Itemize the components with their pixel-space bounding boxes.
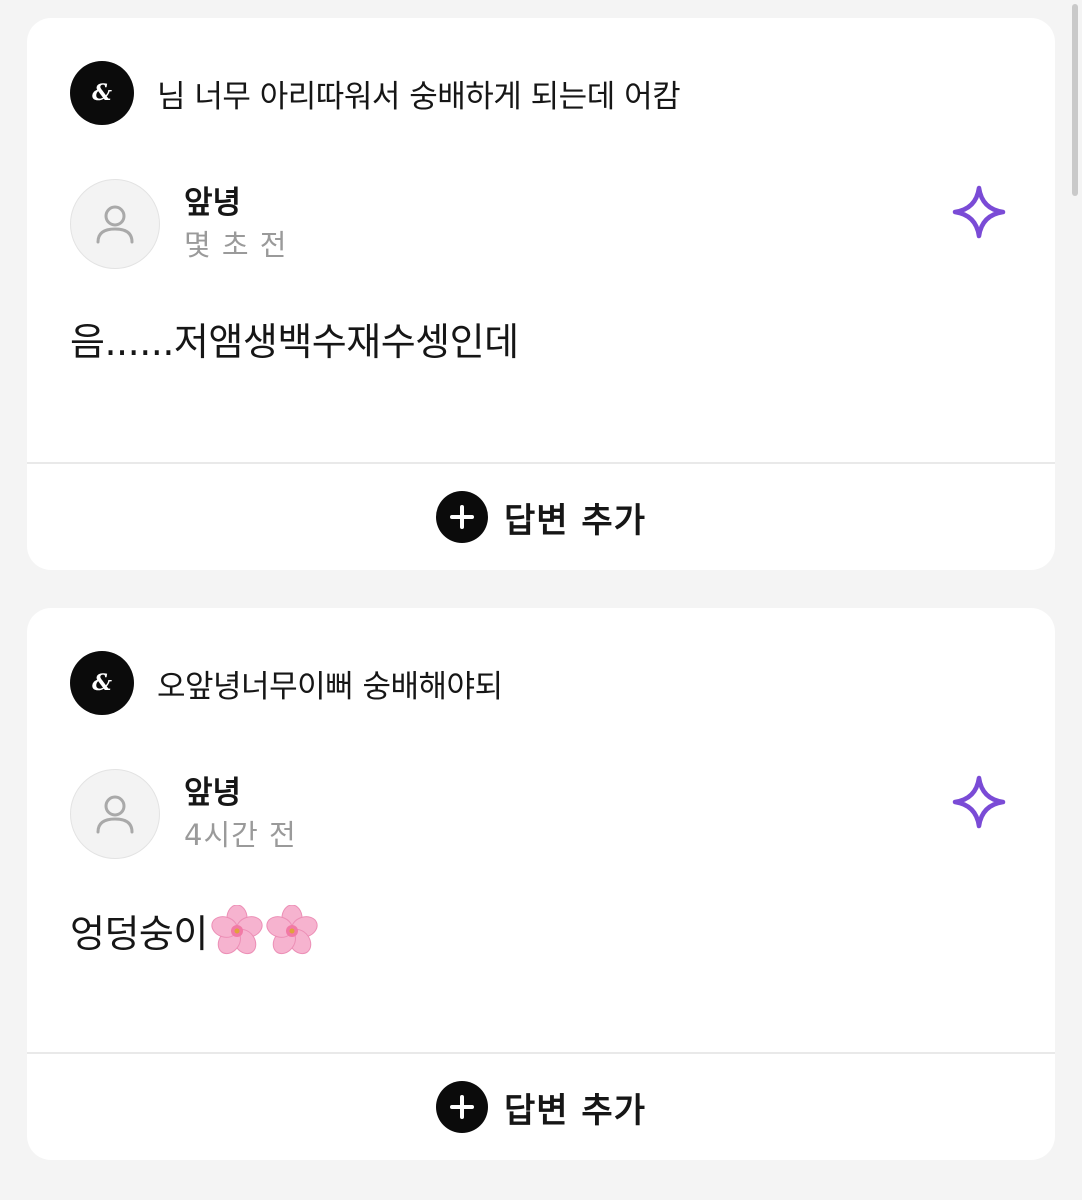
author-row: 앞녕 4시간 전 xyxy=(70,769,297,859)
plus-circle-icon xyxy=(436,491,489,543)
plus-circle-icon xyxy=(436,1081,489,1133)
author-name[interactable]: 앞녕 xyxy=(184,183,287,223)
cherry-blossom-icon xyxy=(211,905,263,955)
question-text: 오앞녕너무이뻐 숭배해야되 xyxy=(157,668,503,705)
brand-badge-icon: & xyxy=(70,651,134,715)
answer-text-content: 엉덩숭이 xyxy=(70,912,208,956)
avatar[interactable] xyxy=(70,769,160,859)
qa-card: & 님 너무 아리따워서 숭배하게 되는데 어캄 앞녕 몇 초 전 음.....… xyxy=(27,18,1055,570)
author-row: 앞녕 몇 초 전 xyxy=(70,179,287,269)
answer-text: 음......저앰생백수재수셍인데 xyxy=(70,315,519,369)
add-answer-label: 답변 추가 xyxy=(504,1090,646,1131)
answer-text-content: 음......저앰생백수재수셍인데 xyxy=(70,320,519,364)
sparkle-icon[interactable] xyxy=(951,774,1007,830)
user-placeholder-icon xyxy=(96,795,134,834)
qa-feed: & 님 너무 아리따워서 숭배하게 되는데 어캄 앞녕 몇 초 전 음.....… xyxy=(27,18,1055,1198)
qa-card: & 오앞녕너무이뻐 숭배해야되 앞녕 4시간 전 엉덩숭이 답변 추가 xyxy=(27,608,1055,1160)
user-placeholder-icon xyxy=(96,205,134,244)
brand-badge-icon: & xyxy=(70,61,134,125)
timestamp: 4시간 전 xyxy=(184,818,297,852)
add-answer-label: 답변 추가 xyxy=(504,500,646,541)
question-text: 님 너무 아리따워서 숭배하게 되는데 어캄 xyxy=(157,78,681,115)
avatar[interactable] xyxy=(70,179,160,269)
add-answer-button[interactable]: 답변 추가 xyxy=(27,1054,1055,1160)
timestamp: 몇 초 전 xyxy=(184,228,288,262)
author-name[interactable]: 앞녕 xyxy=(184,773,297,813)
add-answer-button[interactable]: 답변 추가 xyxy=(27,464,1055,570)
author-meta: 앞녕 4시간 전 xyxy=(184,773,297,855)
sparkle-icon[interactable] xyxy=(951,184,1007,240)
answer-text: 엉덩숭이 xyxy=(70,905,318,961)
author-meta: 앞녕 몇 초 전 xyxy=(184,183,287,265)
question-row: & 오앞녕너무이뻐 숭배해야되 xyxy=(70,651,503,715)
scrollbar[interactable] xyxy=(1072,4,1078,196)
cherry-blossom-icon xyxy=(266,905,318,955)
question-row: & 님 너무 아리따워서 숭배하게 되는데 어캄 xyxy=(70,61,681,125)
